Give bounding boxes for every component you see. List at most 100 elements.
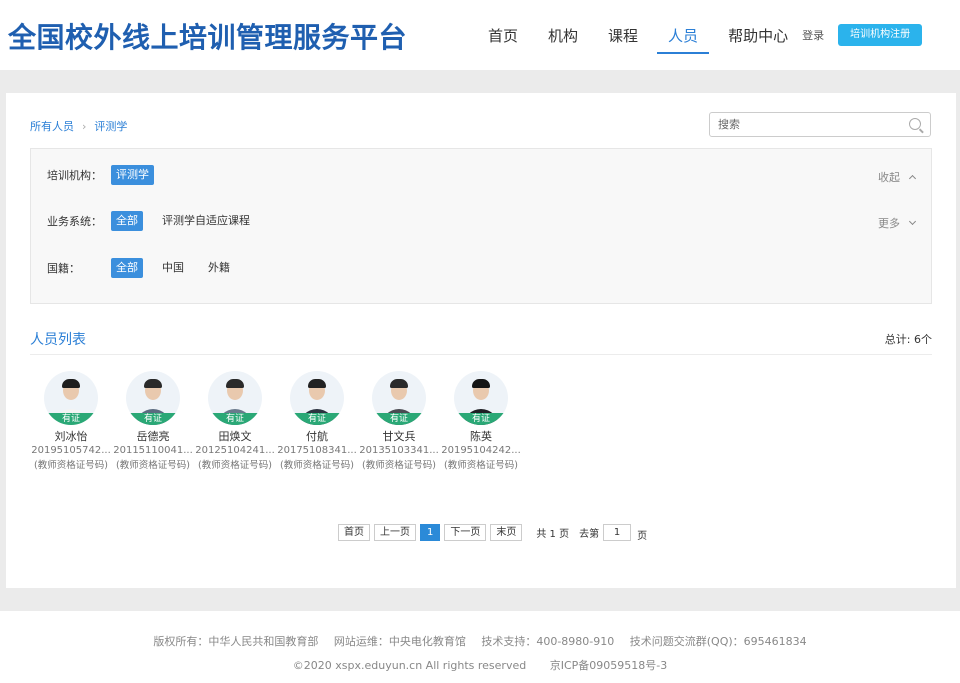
filter-label: 培训机构： <box>47 169 102 182</box>
person-card[interactable]: 有证岳德亮 20115110041... (教师资格证号码) <box>112 371 194 471</box>
page-unit: 页 <box>637 531 648 542</box>
person-cert-note: (教师资格证号码) <box>280 460 354 471</box>
total-pages: 共 1 页 <box>536 529 570 540</box>
avatar[interactable]: 有证 <box>126 371 180 425</box>
avatar-hair <box>144 379 162 388</box>
filter-tag-org[interactable]: 评测学 <box>111 165 154 185</box>
person-name[interactable]: 刘冰怡 <box>55 428 88 444</box>
collapse-label: 收起 <box>878 171 900 184</box>
site-header: 全国校外线上培训管理服务平台 首页 机构 课程 人员 帮助中心 登录 培训机构注… <box>0 0 960 70</box>
person-cert-id: 20175108341... <box>277 445 357 456</box>
more-toggle[interactable]: 更多 <box>878 215 917 231</box>
site-footer: 版权所有：中华人民共和国教育部 网站运维：中央电化教育馆 技术支持：400-89… <box>0 611 960 683</box>
certified-badge: 有证 <box>454 413 508 425</box>
person-cert-note: (教师资格证号码) <box>34 460 108 471</box>
first-page-button[interactable]: 首页 <box>338 524 370 541</box>
person-card[interactable]: 有证陈英 20195104242... (教师资格证号码) <box>440 371 522 471</box>
certified-badge: 有证 <box>44 413 98 425</box>
prev-page-button[interactable]: 上一页 <box>374 524 416 541</box>
login-link[interactable]: 登录 <box>802 27 824 43</box>
filter-panel: 培训机构： 评测学 收起 业务系统： 全部 评测学自适应课程 更多 国籍： 全部… <box>30 148 932 304</box>
certified-badge: 有证 <box>126 413 180 425</box>
main-panel: 所有人员 › 评测学 培训机构： 评测学 收起 业务系统： 全部 评测学自适应课… <box>6 93 956 588</box>
more-label: 更多 <box>878 217 900 230</box>
certified-badge: 有证 <box>208 413 262 425</box>
current-page-button[interactable]: 1 <box>420 524 441 541</box>
footer-copyright: 版权所有：中华人民共和国教育部 <box>153 635 319 648</box>
avatar[interactable]: 有证 <box>208 371 262 425</box>
register-button[interactable]: 培训机构注册 <box>838 24 923 46</box>
goto-label: 去第 <box>579 529 600 540</box>
person-cert-id: 20125104241... <box>195 445 275 456</box>
avatar[interactable]: 有证 <box>454 371 508 425</box>
last-page-button[interactable]: 末页 <box>490 524 523 541</box>
chevron-up-icon <box>908 174 917 183</box>
person-cert-id: 20135103341... <box>359 445 439 456</box>
nav-personnel[interactable]: 人员 <box>657 21 710 54</box>
person-name[interactable]: 岳德亮 <box>137 428 170 444</box>
filter-tag-system-adaptive[interactable]: 评测学自适应课程 <box>157 211 255 231</box>
person-name[interactable]: 田焕文 <box>219 428 252 444</box>
person-cert-id: 20115110041... <box>113 445 193 456</box>
avatar[interactable]: 有证 <box>290 371 344 425</box>
filter-tag-nationality-china[interactable]: 中国 <box>157 258 189 278</box>
person-cert-note: (教师资格证号码) <box>362 460 436 471</box>
breadcrumb-root[interactable]: 所有人员 <box>30 118 74 134</box>
goto-page-input[interactable]: 1 <box>603 524 632 541</box>
person-name[interactable]: 陈英 <box>470 428 492 444</box>
avatar-hair <box>62 379 80 388</box>
filter-tag-nationality-foreign[interactable]: 外籍 <box>203 258 235 278</box>
nav-help-center[interactable]: 帮助中心 <box>728 21 788 50</box>
person-cert-id: 20195104242... <box>441 445 521 456</box>
filter-tag-system-all[interactable]: 全部 <box>111 211 143 231</box>
nav-home[interactable]: 首页 <box>488 21 518 50</box>
footer-qq-group: 技术问题交流群(QQ)：695461834 <box>629 635 807 648</box>
search-input[interactable] <box>710 113 900 136</box>
person-name[interactable]: 付航 <box>306 428 328 444</box>
site-logo[interactable]: 全国校外线上培训管理服务平台 <box>8 16 407 56</box>
filter-row-nationality: 国籍： 全部 中国 外籍 <box>47 257 249 279</box>
search-icon[interactable] <box>909 118 921 130</box>
breadcrumb-current[interactable]: 评测学 <box>94 118 127 134</box>
avatar-hair <box>472 379 490 388</box>
collapse-toggle[interactable]: 收起 <box>878 169 917 185</box>
person-card[interactable]: 有证甘文兵 20135103341... (教师资格证号码) <box>358 371 440 471</box>
breadcrumb-separator-icon: › <box>82 119 87 133</box>
next-page-button[interactable]: 下一页 <box>444 524 487 541</box>
footer-rights: ©2020 xspx.eduyun.cn All rights reserved <box>292 659 527 672</box>
avatar[interactable]: 有证 <box>372 371 426 425</box>
nav-institutions[interactable]: 机构 <box>548 21 578 50</box>
footer-operator: 网站运维：中央电化教育馆 <box>333 635 466 648</box>
person-cert-note: (教师资格证号码) <box>444 460 518 471</box>
person-card[interactable]: 有证付航 20175108341... (教师资格证号码) <box>276 371 358 471</box>
avatar[interactable]: 有证 <box>44 371 98 425</box>
footer-support: 技术支持：400-8980-910 <box>481 635 615 648</box>
search-box <box>709 112 931 137</box>
main-nav: 首页 机构 课程 人员 帮助中心 登录 培训机构注册 <box>488 0 923 70</box>
filter-label: 国籍： <box>47 262 80 275</box>
avatar-hair <box>226 379 244 388</box>
person-cert-note: (教师资格证号码) <box>116 460 190 471</box>
certified-badge: 有证 <box>372 413 426 425</box>
person-card[interactable]: 有证刘冰怡 20195105742... (教师资格证号码) <box>30 371 112 471</box>
list-divider <box>30 354 932 355</box>
avatar-hair <box>390 379 408 388</box>
footer-legal: ©2020 xspx.eduyun.cn All rights reserved… <box>0 657 960 673</box>
filter-tag-nationality-all[interactable]: 全部 <box>111 258 143 278</box>
list-total: 总计: 6个 <box>884 333 932 346</box>
person-cert-id: 20195105742... <box>31 445 111 456</box>
person-cert-note: (教师资格证号码) <box>198 460 272 471</box>
filter-label: 业务系统： <box>47 215 102 228</box>
filter-row-system: 业务系统： 全部 评测学自适应课程 <box>47 210 269 232</box>
pagination: 首页 上一页 1 下一页 末页 共 1 页 去第 1 页 <box>338 523 647 542</box>
nav-courses[interactable]: 课程 <box>608 21 638 50</box>
avatar-hair <box>308 379 326 388</box>
people-list: 有证 刘冰怡 20195105742... (教师资格证号码) 有证 岳德亮 2011511… <box>30 371 522 471</box>
footer-info: 版权所有：中华人民共和国教育部 网站运维：中央电化教育馆 技术支持：400-89… <box>0 633 960 649</box>
list-title: 人员列表 <box>30 332 86 348</box>
person-name[interactable]: 甘文兵 <box>383 428 416 444</box>
filter-row-org: 培训机构： 评测学 <box>47 164 168 186</box>
person-card[interactable]: 有证田焕文 20125104241... (教师资格证号码) <box>194 371 276 471</box>
chevron-down-icon <box>908 217 917 226</box>
footer-icp[interactable]: 京ICP备09059518号-3 <box>550 659 668 672</box>
